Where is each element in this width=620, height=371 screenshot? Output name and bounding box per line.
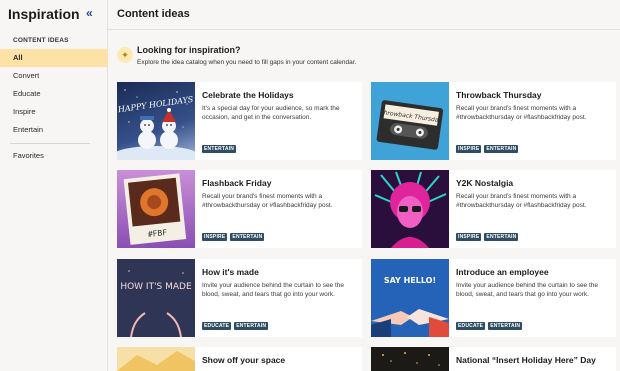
- polaroid-illustration: #FBF: [123, 173, 187, 245]
- idea-card[interactable]: #FBF Flashback Friday Recall your brand'…: [117, 170, 362, 248]
- idea-card[interactable]: HAPPY HOLIDAYS Celebrate the Holidays It…: [117, 82, 362, 160]
- flashback-thumbnail: #FBF: [117, 170, 195, 248]
- sidebar: Inspiration « CONTENT IDEAS All Convert …: [0, 0, 108, 371]
- card-description: Invite your audience behind the curtain …: [456, 282, 599, 298]
- sidebar-item-inspire[interactable]: Inspire: [0, 103, 108, 121]
- collapse-sidebar-icon[interactable]: «: [86, 6, 93, 20]
- banner-title: Looking for inspiration?: [137, 45, 241, 55]
- how-its-made-illustration: HOW IT'S MADE: [120, 270, 192, 337]
- sidebar-divider: [10, 143, 90, 144]
- sparkle-icon: ✦: [117, 47, 133, 63]
- space-thumbnail: [117, 347, 195, 371]
- sidebar-title: Inspiration: [8, 6, 80, 22]
- y2k-illustration: [374, 171, 447, 248]
- card-tags: EDUCATE ENTERTAIN: [202, 322, 269, 330]
- card-title: Flashback Friday: [202, 178, 272, 188]
- sidebar-item-convert[interactable]: Convert: [0, 67, 108, 85]
- card-title: National “Insert Holiday Here” Day: [456, 355, 596, 365]
- tag-badge: ENTERTAIN: [484, 145, 519, 153]
- idea-card[interactable]: HOW IT'S MADE How it's made Invite your …: [117, 259, 362, 337]
- card-tags: ENTERTAIN: [202, 145, 237, 153]
- card-tags: INSPIRE ENTERTAIN: [456, 233, 519, 241]
- card-description: Invite your audience behind the curtain …: [202, 282, 345, 298]
- sidebar-item-favorites[interactable]: Favorites: [13, 151, 44, 160]
- page-title: Content ideas: [117, 8, 190, 20]
- idea-card[interactable]: National “Insert Holiday Here” Day: [371, 347, 616, 371]
- banner-subtitle: Explore the idea catalog when you need t…: [137, 59, 357, 66]
- svg-text:HOW IT'S MADE: HOW IT'S MADE: [120, 282, 192, 292]
- card-description: Recall your brand's finest moments with …: [202, 193, 333, 209]
- handshake-illustration: SAY HELLO!: [371, 276, 449, 337]
- sidebar-item-all[interactable]: All: [0, 49, 108, 67]
- card-tags: INSPIRE ENTERTAIN: [456, 145, 519, 153]
- fireworks-illustration: [382, 352, 440, 366]
- throwback-thumbnail: Throwback Thursday: [371, 82, 449, 160]
- space-illustration: [117, 351, 195, 371]
- tag-badge: ENTERTAIN: [202, 145, 237, 153]
- sidebar-item-educate[interactable]: Educate: [0, 85, 108, 103]
- card-title: Celebrate the Holidays: [202, 90, 294, 100]
- card-description: Recall your brand's finest moments with …: [456, 105, 587, 121]
- card-title: Show off your space: [202, 355, 286, 365]
- idea-card[interactable]: Y2K Nostalgia Recall your brand's finest…: [371, 170, 616, 248]
- card-tags: EDUCATE ENTERTAIN: [456, 322, 523, 330]
- svg-text:SAY HELLO!: SAY HELLO!: [384, 276, 436, 285]
- card-description: Recall your brand's finest moments with …: [456, 193, 587, 209]
- tag-badge: INSPIRE: [456, 233, 482, 241]
- sidebar-nav: All Convert Educate Inspire Entertain: [0, 49, 108, 139]
- tag-badge: INSPIRE: [202, 233, 228, 241]
- sidebar-item-entertain[interactable]: Entertain: [0, 121, 108, 139]
- card-tags: INSPIRE ENTERTAIN: [202, 233, 265, 241]
- tag-badge: ENTERTAIN: [488, 322, 523, 330]
- holidays-illustration: HAPPY HOLIDAYS: [117, 89, 195, 160]
- card-description: It's a special day for your audience, so…: [202, 105, 340, 121]
- page-header: Content ideas: [108, 0, 620, 30]
- employee-thumbnail: SAY HELLO!: [371, 259, 449, 337]
- sidebar-section-label: CONTENT IDEAS: [13, 37, 69, 44]
- holidays-thumbnail: HAPPY HOLIDAYS: [117, 82, 195, 160]
- tag-badge: EDUCATE: [456, 322, 486, 330]
- how-its-made-thumbnail: HOW IT'S MADE: [117, 259, 195, 337]
- card-title: Y2K Nostalgia: [456, 178, 514, 188]
- idea-card[interactable]: Show off your space: [117, 347, 362, 371]
- tag-badge: EDUCATE: [202, 322, 232, 330]
- tag-badge: ENTERTAIN: [230, 233, 265, 241]
- tag-badge: ENTERTAIN: [484, 233, 519, 241]
- card-title: How it's made: [202, 267, 259, 277]
- tag-badge: INSPIRE: [456, 145, 482, 153]
- card-title: Introduce an employee: [456, 267, 549, 277]
- y2k-thumbnail: [371, 170, 449, 248]
- idea-card[interactable]: SAY HELLO! Introduce an employee Invite …: [371, 259, 616, 337]
- national-day-thumbnail: [371, 347, 449, 371]
- idea-card[interactable]: Throwback Thursday Throwback Thursday Re…: [371, 82, 616, 160]
- cassette-illustration: Throwback Thursday: [376, 100, 444, 150]
- tag-badge: ENTERTAIN: [234, 322, 269, 330]
- card-title: Throwback Thursday: [456, 90, 542, 100]
- svg-text:HAPPY HOLIDAYS: HAPPY HOLIDAYS: [117, 95, 194, 115]
